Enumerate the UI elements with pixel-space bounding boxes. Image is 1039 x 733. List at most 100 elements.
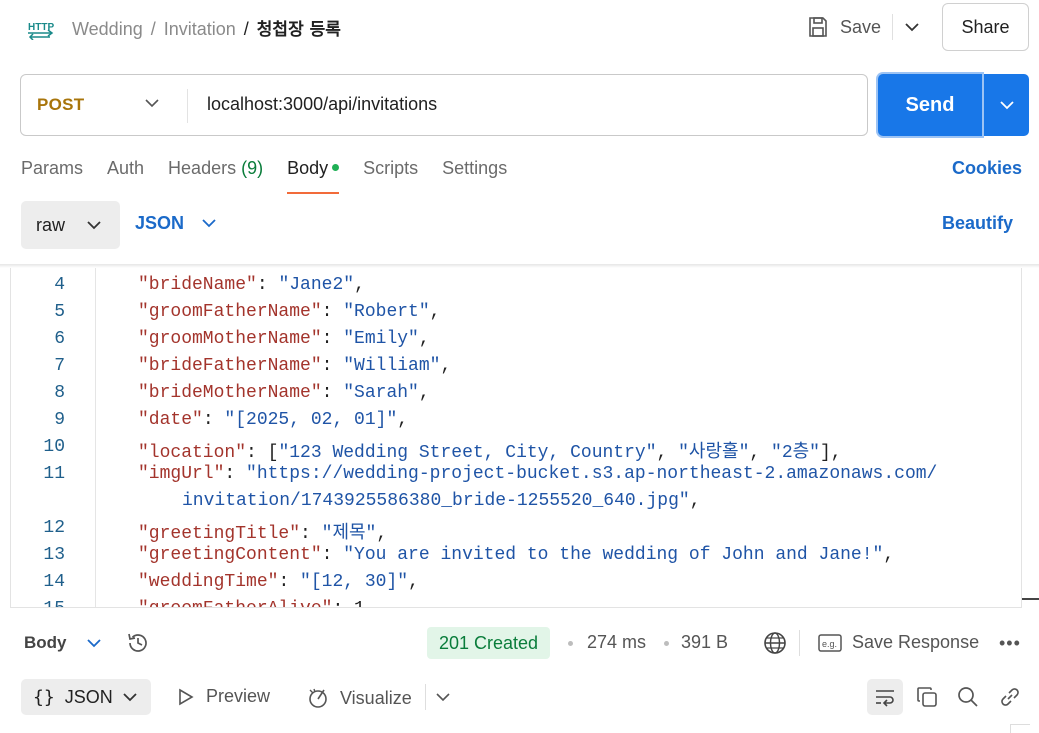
body-language-select[interactable]: JSON — [135, 213, 216, 234]
divider — [425, 684, 426, 710]
tab-auth[interactable]: Auth — [107, 158, 144, 188]
line-number: 12 — [43, 518, 65, 538]
divider — [187, 89, 188, 123]
json-punctuation: : — [300, 524, 322, 544]
json-punctuation: , — [749, 443, 772, 463]
code-text: "brideMotherName": "Sarah", — [138, 383, 430, 403]
beautify-button[interactable]: Beautify — [942, 213, 1013, 234]
json-punctuation: : — [202, 410, 225, 430]
response-view-label: JSON — [64, 686, 113, 707]
breadcrumb-request-name[interactable]: 청첩장 등록 — [257, 20, 341, 40]
json-key: "groomFatherAlive" — [138, 599, 332, 607]
code-editor[interactable]: " 4 "brideName": "Jane2", 5 "groomFatherNam… — [10, 268, 1022, 608]
code-text: "groomFatherAlive": 1, — [138, 599, 376, 607]
separator-dot — [568, 641, 573, 646]
json-key: "imgUrl" — [138, 464, 225, 484]
url-input[interactable]: localhost:3000/api/invitations — [207, 94, 437, 115]
body-mode-select[interactable]: raw — [21, 201, 120, 249]
json-string: "123 Wedding Street, City, Country" — [278, 443, 657, 463]
response-view-select[interactable]: {} JSON — [21, 679, 151, 715]
json-string: "Jane2" — [278, 275, 355, 295]
line-number: 5 — [54, 302, 65, 322]
history-icon[interactable] — [125, 630, 151, 661]
response-body-select[interactable]: Body — [24, 633, 101, 653]
json-string: "2층" — [771, 443, 820, 463]
save-label: Save — [840, 16, 882, 37]
tab-headers[interactable]: Headers (9) — [168, 158, 263, 188]
json-string: "https://wedding-project-bucket.s3.ap-no… — [246, 464, 938, 484]
separator-dot — [664, 641, 669, 646]
json-string: "[12, 30]" — [300, 572, 409, 592]
line-number: 10 — [43, 437, 65, 457]
chevron-down-icon — [202, 219, 216, 228]
clipped-line: " — [138, 268, 149, 272]
line-number: 9 — [54, 410, 65, 430]
json-punctuation: , — [656, 443, 679, 463]
tab-settings[interactable]: Settings — [442, 158, 507, 188]
tab-scripts[interactable]: Scripts — [363, 158, 418, 188]
save-options-chevron-down-icon[interactable] — [900, 14, 924, 40]
send-button[interactable]: Send — [878, 74, 982, 136]
visualize-label: Visualize — [340, 687, 412, 708]
tab-body[interactable]: Body — [287, 158, 340, 194]
braces-icon: {} — [33, 686, 55, 708]
code-text: "groomMotherName": "Emily", — [138, 329, 430, 349]
json-punctuation: , — [429, 302, 441, 322]
cookies-link[interactable]: Cookies — [952, 158, 1022, 179]
code-text: "brideName": "Jane2", — [138, 275, 365, 295]
json-punctuation: , — [883, 545, 895, 565]
chevron-down-icon — [123, 692, 137, 701]
code-text: "weddingTime": "[12, 30]", — [138, 572, 419, 592]
send-options-chevron-down-icon[interactable] — [984, 74, 1029, 136]
json-key: "weddingTime" — [138, 572, 279, 592]
globe-icon[interactable] — [762, 630, 788, 661]
share-button[interactable]: Share — [942, 3, 1029, 51]
visualize-button[interactable]: Visualize — [306, 686, 412, 710]
json-string: "제목" — [321, 524, 377, 544]
response-size[interactable]: 391 B — [681, 632, 728, 653]
line-number: 4 — [54, 275, 65, 295]
json-punctuation: , — [408, 572, 419, 592]
breadcrumb-collection[interactable]: Wedding — [72, 19, 143, 39]
headers-count-badge: (9) — [241, 158, 264, 178]
json-string: "[2025, 02, 01]" — [224, 410, 398, 430]
json-key: "date" — [138, 410, 203, 430]
json-key: "greetingContent" — [138, 545, 322, 565]
response-section-label: Body — [24, 633, 67, 652]
code-text: "brideFatherName": "William", — [138, 356, 451, 376]
save-response-button[interactable]: e.g. Save Response — [818, 632, 979, 653]
json-punctuation: , — [376, 524, 388, 544]
request-tabs: Params Auth Headers (9) Body Scripts Set… — [21, 158, 507, 194]
response-time[interactable]: 274 ms — [587, 632, 646, 653]
wrap-lines-icon[interactable] — [867, 679, 903, 715]
more-options-icon[interactable]: ••• — [999, 633, 1021, 654]
preview-label: Preview — [206, 686, 271, 706]
method-chevron-down-icon[interactable] — [145, 95, 159, 113]
http-icon: HTTP — [26, 14, 56, 41]
method-select[interactable]: POST — [37, 95, 85, 115]
json-punctuation: , — [440, 356, 452, 376]
status-badge[interactable]: 201 Created — [427, 627, 551, 659]
json-punctuation: ], — [819, 443, 842, 463]
json-punctuation: : — [224, 464, 247, 484]
body-modified-dot — [332, 163, 340, 171]
json-punctuation: : — [278, 572, 301, 592]
line-number: 6 — [54, 329, 65, 349]
scrollbar[interactable] — [1022, 598, 1039, 600]
code-text: "location": ["123 Wedding Street, City, … — [138, 437, 842, 463]
visualize-chevron-down-icon[interactable] — [436, 686, 450, 713]
save-icon — [809, 17, 827, 37]
json-key: "brideName" — [138, 275, 257, 295]
breadcrumb-folder[interactable]: Invitation — [164, 19, 236, 39]
save-button[interactable]: Save — [806, 13, 881, 41]
preview-button[interactable]: Preview — [178, 686, 270, 707]
json-string: "사랑홀" — [678, 443, 750, 463]
divider — [892, 14, 893, 40]
json-punctuation: : [ — [246, 443, 279, 463]
copy-icon[interactable] — [914, 684, 940, 710]
json-string: "Emily" — [343, 329, 419, 349]
link-icon[interactable] — [997, 684, 1023, 710]
json-punctuation: : — [321, 545, 344, 565]
search-icon[interactable] — [955, 684, 981, 710]
tab-params[interactable]: Params — [21, 158, 83, 188]
